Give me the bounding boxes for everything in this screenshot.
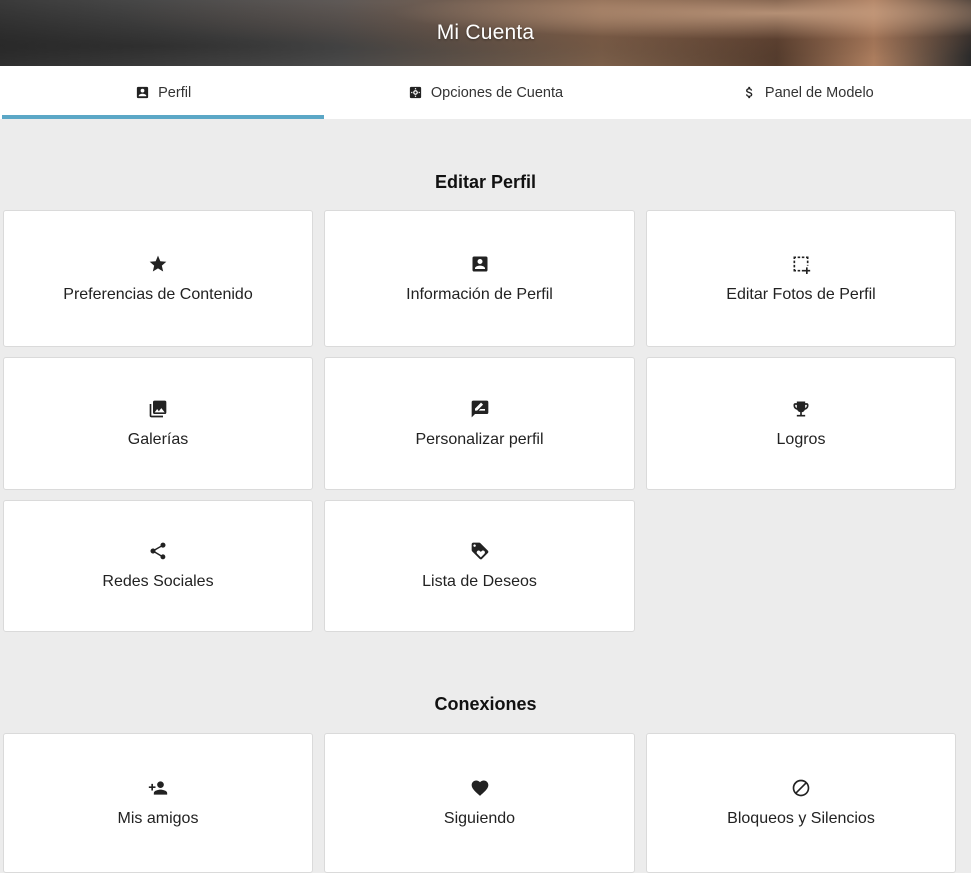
tag-heart-icon [471,542,488,560]
star-icon [149,255,167,271]
tab-bar: Perfil Opciones de Cuenta Panel de Model… [0,66,971,119]
crop-add-icon [793,256,811,274]
card-preferencias-de-contenido[interactable]: Preferencias de Contenido [3,210,313,347]
connections-grid: Mis amigos Siguiendo Bloqueos y Silencio… [0,733,971,873]
edit-profile-grid: Preferencias de Contenido Información de… [0,210,971,632]
share-icon [150,542,166,560]
card-lista-de-deseos[interactable]: Lista de Deseos [324,500,635,632]
tab-opciones-de-cuenta[interactable]: Opciones de Cuenta [324,66,646,119]
card-logros[interactable]: Logros [646,357,956,490]
account-box-icon [137,86,149,99]
card-redes-sociales[interactable]: Redes Sociales [3,500,313,632]
account-box-icon [472,256,487,271]
edit-comment-icon [471,400,488,417]
card-label: Siguiendo [443,810,516,827]
card-label: Mis amigos [117,810,199,827]
heart-icon [471,780,488,796]
card-personalizar-perfil[interactable]: Personalizar perfil [324,357,635,490]
card-label: Personalizar perfil [415,430,544,448]
section-title-editar-perfil: Editar Perfil [434,172,537,192]
card-label: Logros [776,430,826,448]
card-siguiendo[interactable]: Siguiendo [324,733,635,873]
block-icon [792,779,810,797]
photo-library-icon [149,400,167,417]
card-label: Galerías [127,430,189,448]
card-label: Editar Fotos de Perfil [726,285,876,303]
card-label: Bloqueos y Silencios [727,810,875,827]
trophy-icon [793,401,809,416]
settings-icon [409,86,422,99]
card-editar-fotos-de-perfil[interactable]: Editar Fotos de Perfil [646,210,956,347]
card-galerias[interactable]: Galerías [3,357,313,490]
tab-panel-de-modelo[interactable]: Panel de Modelo [647,66,969,119]
tab-perfil[interactable]: Perfil [2,66,325,119]
card-label: Redes Sociales [102,573,214,590]
card-informacion-de-perfil[interactable]: Información de Perfil [324,210,635,347]
section-title-conexiones: Conexiones [434,694,537,714]
page-title: Mi Cuenta [436,21,535,44]
card-label: Lista de Deseos [422,573,537,590]
tab-label: Panel de Modelo [764,84,874,101]
card-bloqueos-y-silencios[interactable]: Bloqueos y Silencios [646,733,956,873]
card-label: Preferencias de Contenido [63,285,253,303]
person-add-icon [148,781,168,795]
card-label: Información de Perfil [406,285,553,303]
header-banner: Mi Cuenta [0,0,971,66]
dollar-icon [745,86,753,99]
card-mis-amigos[interactable]: Mis amigos [3,733,313,873]
tab-label: Opciones de Cuenta [430,84,564,101]
tab-label: Perfil [158,84,192,101]
